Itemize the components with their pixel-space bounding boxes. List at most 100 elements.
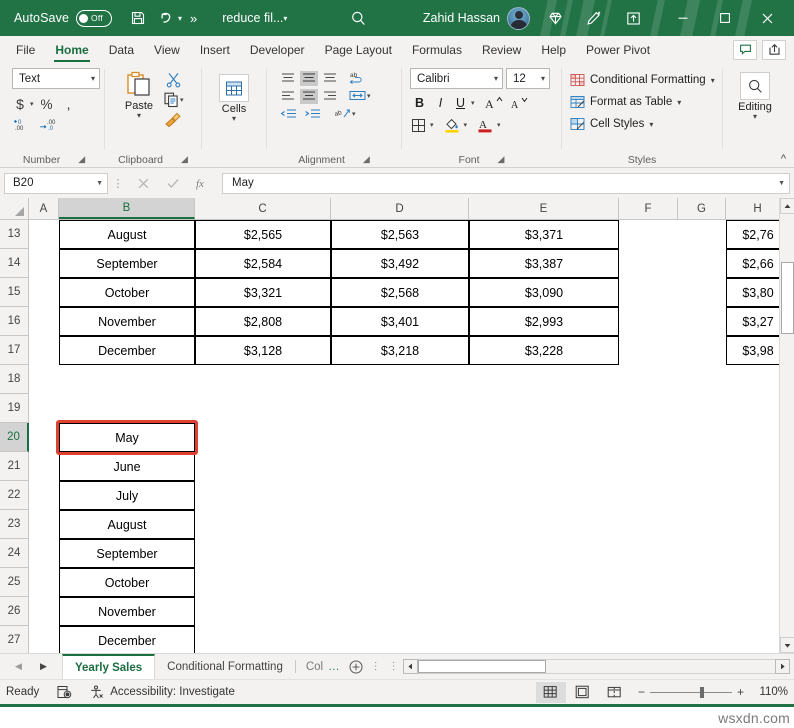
cell-E18[interactable] bbox=[469, 365, 619, 394]
merge-dropdown-icon[interactable]: ▾ bbox=[367, 92, 371, 100]
cell-B16[interactable]: November bbox=[59, 307, 195, 336]
cell-A16[interactable] bbox=[29, 307, 59, 336]
cell-C27[interactable] bbox=[195, 626, 331, 653]
align-center-icon[interactable] bbox=[300, 89, 318, 104]
search-icon[interactable] bbox=[345, 5, 371, 31]
tab-power-pivot[interactable]: Power Pivot bbox=[576, 36, 660, 63]
zoom-slider-track[interactable] bbox=[650, 692, 732, 693]
document-title[interactable]: reduce fil... bbox=[222, 11, 283, 25]
sheet-tab-yearly-sales[interactable]: Yearly Sales bbox=[62, 654, 155, 679]
cells-button[interactable]: Cells ▾ bbox=[210, 72, 258, 122]
cell-A13[interactable] bbox=[29, 220, 59, 249]
cell-A27[interactable] bbox=[29, 626, 59, 653]
cell-B21[interactable]: June bbox=[59, 452, 195, 481]
horizontal-scrollbar-thumb[interactable] bbox=[418, 660, 546, 673]
name-box[interactable]: B20 ▼ bbox=[4, 173, 108, 194]
cell-C21[interactable] bbox=[195, 452, 331, 481]
cell-F25[interactable] bbox=[619, 568, 678, 597]
cell-G23[interactable] bbox=[678, 510, 726, 539]
cell-B22[interactable]: July bbox=[59, 481, 195, 510]
cell-C16[interactable]: $2,808 bbox=[195, 307, 331, 336]
conditional-formatting-button[interactable]: Conditional Formatting ▾ bbox=[570, 69, 715, 91]
cell-D23[interactable] bbox=[331, 510, 469, 539]
row-header-23[interactable]: 23 bbox=[0, 510, 29, 539]
row-header-20[interactable]: 20 bbox=[0, 423, 29, 452]
cell-G26[interactable] bbox=[678, 597, 726, 626]
cell-E14[interactable]: $3,387 bbox=[469, 249, 619, 278]
tab-options-icon[interactable]: ⋮ bbox=[367, 654, 385, 679]
maximize-button[interactable] bbox=[704, 0, 746, 36]
row-header-13[interactable]: 13 bbox=[0, 220, 29, 249]
cell-E27[interactable] bbox=[469, 626, 619, 653]
row-header-18[interactable]: 18 bbox=[0, 365, 29, 394]
column-header-A[interactable]: A bbox=[29, 198, 59, 219]
cell-F18[interactable] bbox=[619, 365, 678, 394]
cell-C25[interactable] bbox=[195, 568, 331, 597]
fill-color-dropdown-icon[interactable]: ▾ bbox=[464, 121, 468, 129]
bottom-align-icon[interactable] bbox=[321, 71, 339, 86]
number-dialog-launcher-icon[interactable]: ◢ bbox=[78, 154, 85, 165]
paste-button[interactable]: Paste ▾ bbox=[115, 69, 163, 119]
zoom-level-label[interactable]: 110% bbox=[752, 686, 788, 698]
cell-D18[interactable] bbox=[331, 365, 469, 394]
bold-button[interactable]: B bbox=[410, 93, 429, 113]
cell-E23[interactable] bbox=[469, 510, 619, 539]
cell-B13[interactable]: August bbox=[59, 220, 195, 249]
zoom-in-button[interactable]: + bbox=[737, 685, 744, 699]
font-color-dropdown-icon[interactable]: ▾ bbox=[497, 121, 501, 129]
cell-E21[interactable] bbox=[469, 452, 619, 481]
cell-E24[interactable] bbox=[469, 539, 619, 568]
font-family-select[interactable]: Calibri ▾ bbox=[410, 68, 503, 89]
collapse-ribbon-chevron-icon[interactable]: ^ bbox=[781, 153, 786, 165]
zoom-slider[interactable]: − + bbox=[638, 685, 744, 699]
row-header-16[interactable]: 16 bbox=[0, 307, 29, 336]
cells-dropdown-icon[interactable]: ▾ bbox=[232, 115, 236, 122]
alignment-dialog-launcher-icon[interactable]: ◢ bbox=[363, 154, 370, 165]
italic-button[interactable]: I bbox=[431, 93, 450, 113]
horizontal-scrollbar-track[interactable] bbox=[418, 659, 775, 674]
cell-A26[interactable] bbox=[29, 597, 59, 626]
cell-D21[interactable] bbox=[331, 452, 469, 481]
font-size-select[interactable]: 12 ▾ bbox=[506, 68, 550, 89]
cell-B27[interactable]: December bbox=[59, 626, 195, 653]
zoom-out-button[interactable]: − bbox=[638, 685, 645, 699]
cell-C17[interactable]: $3,128 bbox=[195, 336, 331, 365]
horizontal-scrollbar[interactable] bbox=[403, 654, 794, 679]
align-right-icon[interactable] bbox=[321, 89, 339, 104]
cell-A15[interactable] bbox=[29, 278, 59, 307]
expand-formula-bar-icon[interactable]: ▼ bbox=[778, 180, 785, 187]
cell-G20[interactable] bbox=[678, 423, 726, 452]
cell-D19[interactable] bbox=[331, 394, 469, 423]
cell-G17[interactable] bbox=[678, 336, 726, 365]
clipboard-dialog-launcher-icon[interactable]: ◢ bbox=[181, 154, 188, 165]
cell-G27[interactable] bbox=[678, 626, 726, 653]
undo-icon[interactable] bbox=[153, 5, 179, 31]
underline-button[interactable]: U bbox=[452, 93, 469, 113]
format-as-table-button[interactable]: Format as Table ▾ bbox=[570, 91, 681, 113]
merge-and-center-icon[interactable] bbox=[348, 88, 367, 104]
normal-view-button[interactable] bbox=[536, 682, 566, 703]
cell-F24[interactable] bbox=[619, 539, 678, 568]
cell-C24[interactable] bbox=[195, 539, 331, 568]
cell-F13[interactable] bbox=[619, 220, 678, 249]
cut-scissors-icon[interactable] bbox=[163, 70, 184, 89]
tab-review[interactable]: Review bbox=[472, 36, 531, 63]
orientation-dropdown-icon[interactable]: ▾ bbox=[352, 110, 356, 118]
cell-A19[interactable] bbox=[29, 394, 59, 423]
cell-B17[interactable]: December bbox=[59, 336, 195, 365]
cell-D13[interactable]: $2,563 bbox=[331, 220, 469, 249]
cell-G14[interactable] bbox=[678, 249, 726, 278]
cell-A24[interactable] bbox=[29, 539, 59, 568]
percent-style-icon[interactable]: % bbox=[36, 94, 58, 114]
cell-G16[interactable] bbox=[678, 307, 726, 336]
middle-align-icon[interactable] bbox=[300, 71, 318, 86]
cell-C18[interactable] bbox=[195, 365, 331, 394]
column-header-B[interactable]: B bbox=[59, 198, 195, 219]
tab-page-layout[interactable]: Page Layout bbox=[315, 36, 402, 63]
currency-dropdown-icon[interactable]: ▾ bbox=[30, 100, 34, 108]
row-header-22[interactable]: 22 bbox=[0, 481, 29, 510]
cell-G22[interactable] bbox=[678, 481, 726, 510]
scroll-left-arrow[interactable] bbox=[403, 659, 418, 674]
save-icon[interactable] bbox=[125, 5, 151, 31]
copy-dropdown-icon[interactable]: ▾ bbox=[180, 96, 184, 104]
